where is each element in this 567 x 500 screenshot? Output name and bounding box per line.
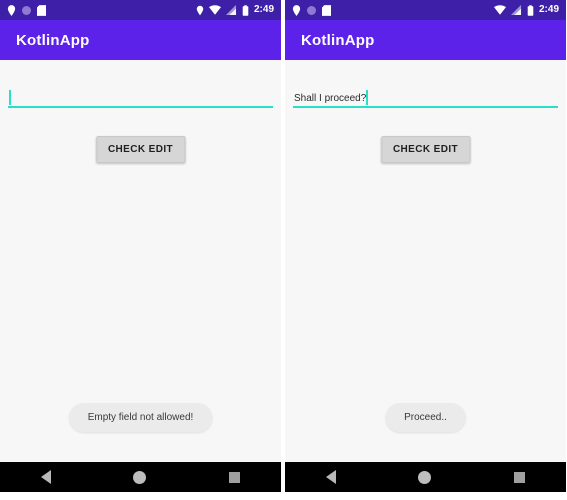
- app-bar: KotlinApp: [285, 20, 566, 60]
- edit-text-field[interactable]: [8, 86, 273, 108]
- edit-text-field[interactable]: Shall I proceed?: [293, 86, 558, 108]
- status-bar-right-icons: 2:49: [196, 5, 274, 16]
- back-triangle-icon[interactable]: [326, 470, 337, 484]
- text-caret: [9, 90, 11, 105]
- status-bar-clock: 2:49: [538, 4, 559, 15]
- screenshot-pair: 2:49 KotlinApp CHECK EDIT Empty field no…: [0, 0, 567, 500]
- wifi-icon: [208, 5, 221, 15]
- sd-card-icon: [37, 4, 46, 16]
- check-edit-button[interactable]: CHECK EDIT: [380, 136, 471, 163]
- location-pin-icon: [7, 4, 16, 16]
- navigation-bar: [0, 462, 281, 492]
- back-triangle-icon[interactable]: [41, 470, 52, 484]
- app-title: KotlinApp: [301, 31, 375, 49]
- text-caret: [366, 90, 368, 105]
- screen-content: Shall I proceed? CHECK EDIT Proceed..: [285, 60, 566, 462]
- status-bar: 2:49: [285, 0, 566, 20]
- device-screen-filled-field: 2:49 KotlinApp Shall I proceed? CHECK ED…: [285, 0, 566, 492]
- sd-card-icon: [322, 4, 331, 16]
- status-bar-left-icons: [7, 4, 46, 16]
- wifi-icon: [493, 5, 506, 15]
- screen-content: CHECK EDIT Empty field not allowed!: [0, 60, 281, 462]
- home-circle-icon[interactable]: [418, 470, 432, 484]
- check-edit-button[interactable]: CHECK EDIT: [95, 136, 186, 163]
- battery-icon: [242, 4, 249, 16]
- home-circle-icon[interactable]: [133, 470, 147, 484]
- app-title: KotlinApp: [16, 31, 90, 49]
- circle-dot-icon: [22, 5, 31, 15]
- circle-dot-icon: [307, 5, 316, 15]
- recents-square-icon[interactable]: [228, 471, 240, 483]
- status-bar-clock: 2:49: [253, 4, 274, 15]
- status-bar-right-icons: 2:49: [493, 4, 559, 16]
- signal-icon: [511, 5, 522, 15]
- battery-icon: [527, 4, 534, 16]
- location-pin-icon: [196, 5, 204, 16]
- status-bar: 2:49: [0, 0, 281, 20]
- device-screen-empty-field: 2:49 KotlinApp CHECK EDIT Empty field no…: [0, 0, 281, 492]
- recents-square-icon[interactable]: [513, 471, 525, 483]
- status-bar-left-icons: [292, 4, 331, 16]
- location-pin-icon: [292, 4, 301, 16]
- signal-icon: [226, 5, 237, 15]
- navigation-bar: [285, 462, 566, 492]
- app-bar: KotlinApp: [0, 20, 281, 60]
- toast-message: Proceed..: [385, 403, 466, 432]
- toast-message: Empty field not allowed!: [68, 403, 213, 432]
- edit-text-value: Shall I proceed?: [294, 93, 367, 104]
